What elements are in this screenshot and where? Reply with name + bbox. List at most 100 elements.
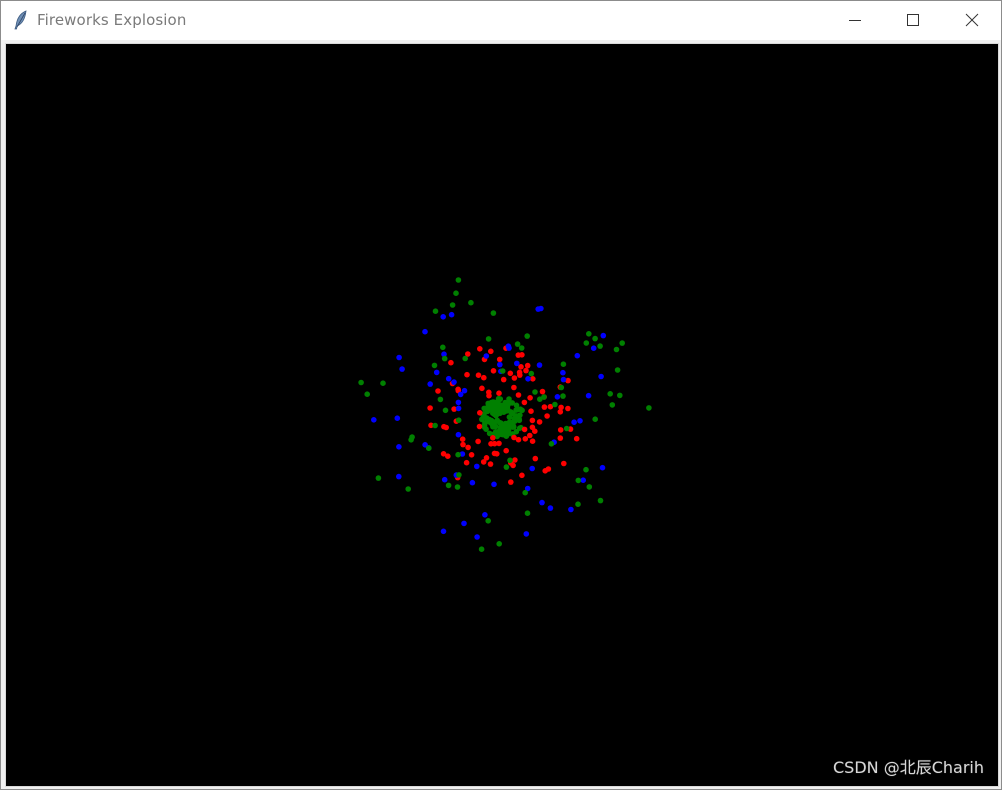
firework-particle bbox=[524, 362, 531, 369]
firework-particle bbox=[427, 381, 434, 387]
firework-particle bbox=[600, 332, 607, 339]
firework-particle bbox=[496, 390, 502, 397]
firework-particle bbox=[455, 405, 462, 412]
close-button[interactable] bbox=[943, 1, 1001, 40]
firework-particle bbox=[515, 392, 522, 398]
firework-particle bbox=[487, 461, 494, 467]
firework-particle bbox=[422, 328, 428, 335]
firework-particle bbox=[509, 424, 516, 430]
firework-particle bbox=[516, 369, 523, 376]
firework-particle bbox=[463, 459, 470, 466]
firework-particle bbox=[614, 367, 621, 373]
firework-particle bbox=[646, 405, 652, 411]
firework-particle bbox=[511, 434, 517, 441]
firework-particle bbox=[380, 380, 386, 387]
firework-particle bbox=[508, 409, 514, 415]
firework-particle bbox=[442, 407, 449, 414]
firework-particle bbox=[568, 506, 574, 513]
firework-particle bbox=[575, 477, 582, 484]
firework-particle bbox=[613, 346, 620, 353]
firework-particle bbox=[408, 437, 414, 443]
firework-particle bbox=[557, 435, 564, 441]
firework-particle bbox=[516, 425, 523, 432]
maximize-button[interactable] bbox=[884, 1, 942, 40]
firework-particle bbox=[522, 436, 529, 442]
firework-particle bbox=[469, 479, 476, 486]
firework-particle bbox=[560, 376, 567, 383]
firework-particle bbox=[571, 419, 577, 426]
firework-particle bbox=[586, 484, 593, 490]
firework-particle bbox=[500, 425, 507, 432]
firework-particle bbox=[519, 472, 525, 479]
firework-particle bbox=[358, 379, 364, 386]
firework-particle bbox=[468, 452, 475, 458]
firework-particle bbox=[522, 489, 528, 496]
minimize-button[interactable] bbox=[826, 1, 884, 40]
fireworks-canvas[interactable] bbox=[6, 44, 998, 786]
firework-particle bbox=[599, 464, 606, 471]
firework-particle bbox=[506, 345, 512, 351]
firework-particle bbox=[481, 374, 487, 381]
firework-particle bbox=[375, 475, 382, 481]
firework-particle bbox=[474, 534, 480, 540]
firework-particle bbox=[585, 392, 592, 399]
firework-particle bbox=[453, 290, 459, 296]
firework-particle bbox=[511, 375, 518, 381]
firework-particle bbox=[544, 413, 550, 419]
firework-particle bbox=[558, 384, 565, 391]
firework-particle bbox=[491, 481, 497, 488]
firework-particle bbox=[455, 417, 462, 424]
firework-particle bbox=[485, 336, 492, 342]
firework-particle bbox=[497, 361, 503, 368]
firework-particle bbox=[532, 428, 538, 435]
firework-particle bbox=[497, 396, 504, 402]
firework-particle bbox=[495, 401, 501, 408]
minimize-icon bbox=[849, 20, 861, 21]
firework-particle bbox=[490, 368, 497, 374]
firework-particle bbox=[455, 431, 462, 438]
firework-particle bbox=[514, 360, 520, 367]
firework-particle bbox=[499, 368, 506, 374]
firework-particle bbox=[426, 445, 432, 452]
firework-particle bbox=[609, 402, 616, 408]
firework-particle bbox=[561, 460, 567, 467]
firework-particle bbox=[459, 436, 466, 443]
firework-particle bbox=[509, 400, 515, 406]
firework-particle bbox=[560, 393, 566, 399]
firework-particle bbox=[440, 344, 446, 351]
firework-particle bbox=[515, 352, 522, 358]
firework-particle bbox=[597, 497, 604, 504]
fireworks-canvas-area[interactable]: CSDN @北辰Charih bbox=[5, 43, 999, 787]
firework-particle bbox=[490, 435, 496, 441]
firework-particle bbox=[557, 427, 564, 433]
firework-particle bbox=[619, 340, 625, 346]
title-bar[interactable]: Fireworks Explosion bbox=[1, 1, 1001, 40]
firework-particle bbox=[445, 453, 451, 460]
firework-particle bbox=[477, 346, 483, 352]
firework-particle bbox=[455, 451, 461, 458]
firework-particle bbox=[538, 305, 544, 312]
firework-particle bbox=[475, 372, 482, 379]
firework-particle bbox=[481, 405, 488, 412]
firework-particle bbox=[476, 423, 483, 430]
firework-particle bbox=[455, 399, 462, 406]
firework-particle bbox=[488, 348, 494, 355]
firework-particle bbox=[448, 311, 455, 318]
firework-particle bbox=[511, 384, 517, 391]
firework-particle bbox=[394, 415, 401, 422]
firework-particle bbox=[448, 359, 454, 366]
firework-particle bbox=[516, 417, 523, 424]
firework-particle bbox=[496, 541, 503, 547]
firework-particle bbox=[506, 414, 513, 420]
firework-particle bbox=[532, 455, 539, 462]
firework-particle bbox=[514, 341, 521, 347]
firework-particle bbox=[440, 314, 447, 320]
firework-particle bbox=[560, 361, 567, 368]
firework-particle bbox=[521, 399, 528, 406]
firework-particle bbox=[527, 432, 533, 439]
firework-particle bbox=[575, 501, 581, 508]
firework-particle bbox=[456, 472, 462, 478]
firework-particle bbox=[451, 379, 457, 385]
firework-particle bbox=[565, 405, 571, 412]
firework-particle bbox=[592, 416, 598, 423]
